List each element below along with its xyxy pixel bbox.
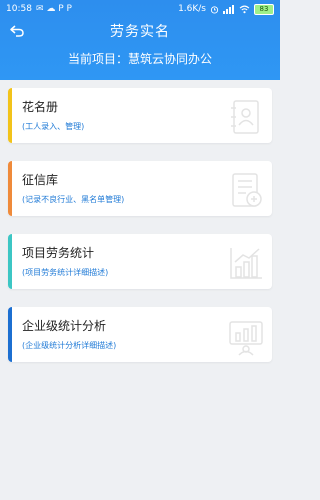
roster-book-icon	[231, 100, 259, 134]
signal-icon	[223, 4, 234, 14]
current-project: 当前项目：慧筑云协同办公	[67, 52, 212, 66]
nav-bar: 劳务实名	[0, 18, 280, 44]
card-title: 花名册	[22, 100, 59, 114]
card-title: 项目劳务统计	[22, 246, 95, 260]
enterprise-analysis-card[interactable]: 企业级统计分析 (企业级统计分析详细描述)	[8, 307, 272, 362]
status-right: 1.6K/s 83	[178, 3, 274, 15]
status-bar: 10:58 ✉ ☁ P P 1.6K/s 83	[0, 0, 280, 18]
back-arrow-icon	[10, 25, 24, 37]
alarm-icon	[210, 5, 219, 14]
battery-icon: 83	[254, 3, 274, 15]
network-speed: 1.6K/s	[178, 4, 206, 14]
card-description: (记录不良行业、黑名单管理)	[22, 195, 125, 204]
back-button[interactable]	[6, 20, 28, 42]
credit-document-icon	[232, 173, 262, 207]
module-list: 花名册 (工人录入、管理) 征信库 (记录不良行业、黑名单管理) 项目劳务统计 …	[0, 80, 280, 362]
card-accent-bar	[8, 88, 12, 143]
app-header: 10:58 ✉ ☁ P P 1.6K/s 83 劳务实名 当前项目：慧筑云协同办…	[0, 0, 280, 80]
status-left: 10:58 ✉ ☁ P P	[6, 4, 72, 14]
card-title: 企业级统计分析	[22, 319, 107, 333]
card-accent-bar	[8, 307, 12, 362]
project-labor-stats-card[interactable]: 项目劳务统计 (项目劳务统计详细描述)	[8, 234, 272, 289]
card-title: 征信库	[22, 173, 59, 187]
page-title: 劳务实名	[110, 24, 170, 40]
status-time: 10:58	[6, 4, 32, 14]
notification-icons: ✉ ☁ P P	[35, 4, 72, 14]
statistics-chart-icon	[230, 248, 262, 279]
card-accent-bar	[8, 234, 12, 289]
card-description: (项目劳务统计详细描述)	[22, 268, 109, 277]
enterprise-analysis-icon	[229, 321, 263, 356]
wifi-icon	[239, 5, 250, 13]
card-description: (企业级统计分析详细描述)	[22, 341, 117, 350]
card-accent-bar	[8, 161, 12, 216]
roster-card[interactable]: 花名册 (工人录入、管理)	[8, 88, 272, 143]
credit-library-card[interactable]: 征信库 (记录不良行业、黑名单管理)	[8, 161, 272, 216]
card-description: (工人录入、管理)	[22, 122, 85, 131]
